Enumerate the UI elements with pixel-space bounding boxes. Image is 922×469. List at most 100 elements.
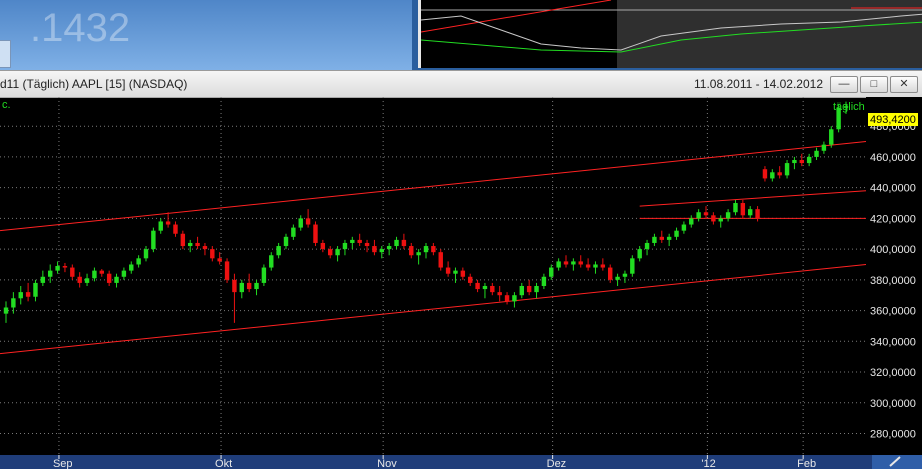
candle-down[interactable]: [585, 258, 591, 271]
candle-down[interactable]: [504, 292, 510, 305]
candle-down[interactable]: [305, 209, 311, 228]
candle-down[interactable]: [313, 221, 318, 247]
candle-up[interactable]: [748, 206, 753, 219]
candle-up[interactable]: [342, 239, 348, 256]
candle-down[interactable]: [563, 255, 569, 268]
candle-up[interactable]: [792, 156, 797, 170]
panel-side-button[interactable]: [0, 40, 11, 68]
candle-up[interactable]: [40, 270, 46, 286]
candle-up[interactable]: [158, 218, 163, 234]
candle-up[interactable]: [733, 199, 738, 216]
candle-down[interactable]: [195, 236, 200, 250]
candle-up[interactable]: [821, 141, 827, 154]
candle-down[interactable]: [328, 246, 333, 259]
candle-down[interactable]: [799, 153, 804, 167]
candle-up[interactable]: [18, 285, 23, 305]
candle-down[interactable]: [445, 261, 451, 277]
candle-down[interactable]: [659, 230, 664, 243]
candle-down[interactable]: [25, 282, 31, 302]
candle-down[interactable]: [210, 246, 215, 262]
candle-up[interactable]: [114, 273, 119, 288]
time-axis[interactable]: [0, 455, 922, 469]
candle-down[interactable]: [460, 267, 466, 280]
main-chart-area[interactable]: 280,0000 300,0000 320,0000 340,0000 360,0000…: [0, 97, 922, 469]
candle-down[interactable]: [106, 270, 112, 286]
candle-up[interactable]: [84, 273, 90, 286]
candle-up[interactable]: [188, 239, 193, 253]
candle-down[interactable]: [468, 273, 473, 286]
candle-up[interactable]: [55, 261, 60, 274]
candle-up[interactable]: [630, 255, 635, 277]
candle-down[interactable]: [438, 249, 443, 271]
candle-up[interactable]: [829, 126, 834, 148]
candle-up[interactable]: [652, 233, 657, 247]
candle-up[interactable]: [453, 267, 458, 283]
candle-up[interactable]: [33, 279, 38, 302]
candle-down[interactable]: [217, 252, 222, 265]
candle-up[interactable]: [291, 224, 296, 240]
candle-up[interactable]: [674, 227, 679, 240]
minimize-button[interactable]: —: [830, 76, 858, 93]
candle-down[interactable]: [173, 221, 178, 237]
candle-up[interactable]: [298, 215, 303, 231]
candle-down[interactable]: [740, 199, 746, 219]
candlestick-chart[interactable]: 280,0000 300,0000 320,0000 340,0000 360,0000…: [0, 97, 922, 469]
candle-down[interactable]: [711, 212, 716, 225]
candle-down[interactable]: [232, 273, 237, 323]
candle-down[interactable]: [77, 272, 82, 288]
candle-down[interactable]: [600, 258, 606, 271]
candle-up[interactable]: [593, 261, 598, 274]
candle-up[interactable]: [571, 258, 576, 271]
candle-up[interactable]: [689, 215, 694, 228]
candle-down[interactable]: [497, 285, 502, 302]
candle-down[interactable]: [357, 233, 362, 247]
candle-down[interactable]: [475, 279, 480, 293]
close-button[interactable]: ✕: [890, 76, 918, 93]
candle-up[interactable]: [261, 264, 267, 286]
candle-up[interactable]: [644, 239, 650, 256]
candle-up[interactable]: [696, 209, 701, 222]
candle-up[interactable]: [254, 279, 259, 296]
candle-up[interactable]: [806, 153, 812, 167]
restore-button[interactable]: □: [860, 76, 888, 93]
candle-up[interactable]: [269, 252, 274, 271]
candle-up[interactable]: [784, 159, 790, 179]
candle-down[interactable]: [777, 166, 782, 179]
candle-down[interactable]: [755, 206, 760, 222]
candle-down[interactable]: [62, 262, 68, 273]
candle-up[interactable]: [512, 292, 517, 308]
candle-up[interactable]: [482, 282, 488, 299]
candle-down[interactable]: [762, 166, 768, 182]
candle-down[interactable]: [99, 269, 104, 277]
candle-up[interactable]: [386, 242, 392, 256]
candles[interactable]: [3, 101, 849, 323]
candle-up[interactable]: [519, 282, 524, 299]
axis-corner-button[interactable]: [872, 455, 922, 469]
candle-up[interactable]: [92, 267, 97, 282]
candle-down[interactable]: [703, 206, 709, 219]
candle-up[interactable]: [121, 267, 127, 280]
candle-down[interactable]: [578, 255, 583, 268]
candle-up[interactable]: [143, 246, 149, 262]
candle-up[interactable]: [681, 221, 687, 234]
candle-up[interactable]: [622, 270, 628, 283]
candle-up[interactable]: [541, 273, 547, 290]
axis-corner-tool[interactable]: [872, 455, 922, 469]
candle-up[interactable]: [770, 169, 775, 182]
candle-down[interactable]: [224, 258, 230, 283]
candle-down[interactable]: [431, 242, 436, 256]
candle-up[interactable]: [556, 258, 561, 271]
candle-up[interactable]: [725, 209, 731, 222]
candle-up[interactable]: [379, 246, 384, 259]
candle-up[interactable]: [283, 233, 289, 250]
candle-up[interactable]: [416, 249, 421, 265]
background-chart-window[interactable]: [418, 0, 922, 68]
candle-down[interactable]: [409, 242, 414, 259]
candle-up[interactable]: [129, 261, 134, 274]
candle-up[interactable]: [615, 273, 620, 286]
candle-up[interactable]: [718, 215, 723, 228]
candle-up[interactable]: [534, 282, 539, 299]
candle-down[interactable]: [246, 273, 252, 293]
candle-up[interactable]: [151, 227, 156, 253]
candle-down[interactable]: [364, 239, 370, 253]
